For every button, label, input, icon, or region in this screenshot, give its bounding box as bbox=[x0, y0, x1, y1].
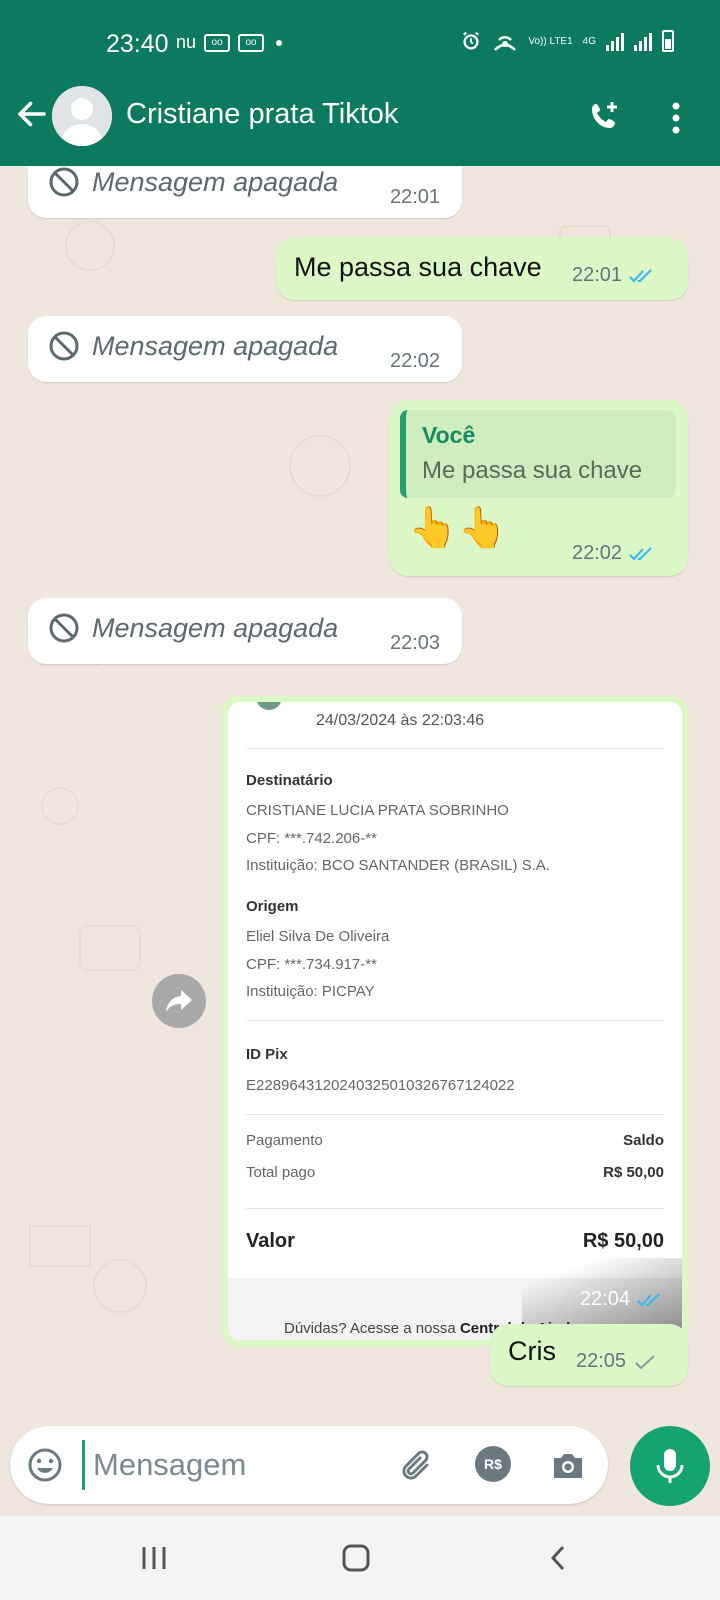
double-tick-read-icon bbox=[637, 1292, 660, 1306]
pix-receipt-image[interactable]: 24/03/2024 às 22:03:46 Destinatário CRIS… bbox=[228, 702, 682, 1340]
alarm-icon bbox=[463, 31, 480, 50]
message-deleted[interactable]: Mensagem apagada 22:03 bbox=[28, 598, 462, 664]
receipt-payment-value: Saldo bbox=[623, 1132, 664, 1149]
message-outgoing[interactable]: Me passa sua chave 22:01 bbox=[276, 238, 688, 300]
message-time: 22:05 bbox=[576, 1350, 627, 1372]
recent-apps-button[interactable] bbox=[132, 1536, 176, 1580]
receipt-amount-label: Valor bbox=[246, 1230, 295, 1252]
quoted-message[interactable]: Você Me passa sua chave bbox=[400, 410, 676, 498]
signal-icon bbox=[606, 31, 624, 51]
home-icon bbox=[342, 1544, 370, 1572]
divider bbox=[246, 1020, 664, 1021]
back-button[interactable] bbox=[536, 1536, 580, 1580]
add-call-icon[interactable] bbox=[586, 96, 626, 136]
receipt-logo-icon bbox=[256, 702, 282, 710]
camera-icon[interactable] bbox=[548, 1446, 588, 1486]
message-text: Mensagem apagada bbox=[92, 330, 339, 361]
blocked-icon bbox=[49, 613, 79, 643]
message-emoji: 👆👆 bbox=[408, 506, 508, 550]
app-bar: Cristiane prata Tiktok bbox=[0, 82, 720, 166]
receipt-total-value: R$ 50,00 bbox=[603, 1164, 664, 1181]
receipt-origin-institution: Instituição: PICPAY bbox=[246, 983, 375, 1000]
emoji-icon[interactable] bbox=[26, 1446, 64, 1484]
receipt-date: 24/03/2024 às 22:03:46 bbox=[316, 712, 485, 729]
notification-dot-icon bbox=[276, 39, 283, 46]
back-nav-icon bbox=[550, 1545, 565, 1571]
message-outgoing[interactable]: Cris 22:05 bbox=[490, 1324, 688, 1386]
single-tick-icon bbox=[635, 1354, 655, 1369]
message-time: 22:03 bbox=[390, 632, 441, 654]
receipt-origin-cpf: CPF: ***.734.917-** bbox=[246, 956, 377, 973]
message-text: Mensagem apagada bbox=[92, 166, 339, 197]
status-right-icons: Vo)) LTE1 4G bbox=[460, 30, 674, 52]
message-deleted[interactable]: Mensagem apagada 22:02 bbox=[28, 316, 462, 382]
message-time: 22:04 bbox=[579, 1288, 630, 1310]
status-time: 23:40 bbox=[106, 30, 169, 58]
image-meta: 22:04 bbox=[580, 1288, 662, 1311]
receipt-recipient-institution: Instituição: BCO SANTANDER (BRASIL) S.A. bbox=[246, 857, 550, 874]
double-tick-read-icon bbox=[629, 268, 652, 282]
quoted-text: Me passa sua chave bbox=[422, 457, 643, 484]
message-time: 22:01 bbox=[572, 264, 623, 286]
message-input-bar: R$ bbox=[10, 1426, 608, 1504]
mic-icon bbox=[656, 1449, 684, 1483]
message-text: Me passa sua chave bbox=[294, 252, 542, 282]
avatar[interactable] bbox=[52, 86, 112, 146]
contact-name[interactable]: Cristiane prata Tiktok bbox=[126, 98, 398, 131]
message-time: 22:01 bbox=[390, 186, 441, 208]
system-nav-bar bbox=[0, 1516, 720, 1600]
quoted-author: Você bbox=[422, 422, 476, 448]
top-bar: 23:40 nu oo oo Vo)) LTE1 4G Cristiane pr… bbox=[0, 0, 720, 166]
receipt-origin-name: Eliel Silva De Oliveira bbox=[246, 928, 390, 945]
receipt-recipient-label: Destinatário bbox=[246, 772, 333, 789]
network-label: nu bbox=[176, 32, 197, 52]
chat-area[interactable]: Mensagem apagada 22:01 Me passa sua chav… bbox=[0, 166, 720, 1424]
receipt-origin-label: Origem bbox=[246, 898, 299, 915]
message-text: Mensagem apagada bbox=[92, 612, 339, 643]
receipt-total-label: Total pago bbox=[246, 1164, 316, 1181]
volte-label: Vo)) LTE1 bbox=[528, 35, 573, 47]
receipt-help-text: Dúvidas? Acesse a nossa bbox=[284, 1320, 456, 1337]
voicemail-icon: oo bbox=[204, 33, 231, 52]
double-tick-read-icon bbox=[629, 546, 652, 560]
network-type-label: 4G bbox=[582, 35, 596, 47]
voice-message-button[interactable] bbox=[630, 1426, 710, 1506]
forward-icon bbox=[166, 990, 192, 1012]
battery-icon bbox=[662, 30, 674, 52]
receipt-pix-id: E22896431202403250103267671240​22 bbox=[246, 1077, 515, 1094]
message-time: 22:02 bbox=[390, 350, 441, 372]
receipt-pix-id-label: ID Pix bbox=[246, 1046, 288, 1063]
message-input[interactable] bbox=[82, 1440, 382, 1490]
recent-apps-icon bbox=[142, 1547, 166, 1569]
message-time: 22:02 bbox=[572, 542, 623, 564]
receipt-recipient-cpf: CPF: ***.742.206-** bbox=[246, 830, 377, 847]
receipt-amount-value: R$ 50,00 bbox=[582, 1230, 664, 1252]
status-left-icons: nu oo oo bbox=[176, 32, 283, 53]
divider bbox=[246, 1114, 664, 1115]
receipt-payment-label: Pagamento bbox=[246, 1132, 323, 1149]
payment-button[interactable]: R$ bbox=[475, 1446, 511, 1482]
attach-icon[interactable] bbox=[398, 1446, 438, 1486]
voicemail-icon: oo bbox=[238, 33, 265, 52]
blocked-icon bbox=[49, 331, 79, 361]
back-arrow-icon[interactable] bbox=[14, 96, 50, 132]
home-button[interactable] bbox=[334, 1536, 378, 1580]
message-image[interactable]: 24/03/2024 às 22:03:46 Destinatário CRIS… bbox=[222, 696, 688, 1346]
forward-button[interactable] bbox=[152, 974, 206, 1028]
hotspot-icon bbox=[494, 36, 517, 51]
message-reply[interactable]: Você Me passa sua chave 👆👆 22:02 bbox=[390, 400, 688, 576]
blocked-icon bbox=[49, 167, 79, 197]
message-deleted[interactable]: Mensagem apagada 22:01 bbox=[28, 166, 462, 218]
more-vert-icon[interactable] bbox=[666, 98, 686, 138]
status-bar: 23:40 nu oo oo Vo)) LTE1 4G bbox=[0, 0, 720, 88]
divider bbox=[246, 748, 664, 749]
receipt-recipient-name: CRISTIANE LUCIA PRATA SOBRINHO bbox=[246, 802, 509, 819]
message-text: Cris bbox=[508, 1336, 556, 1366]
divider bbox=[246, 1208, 664, 1209]
signal-icon bbox=[634, 31, 652, 51]
